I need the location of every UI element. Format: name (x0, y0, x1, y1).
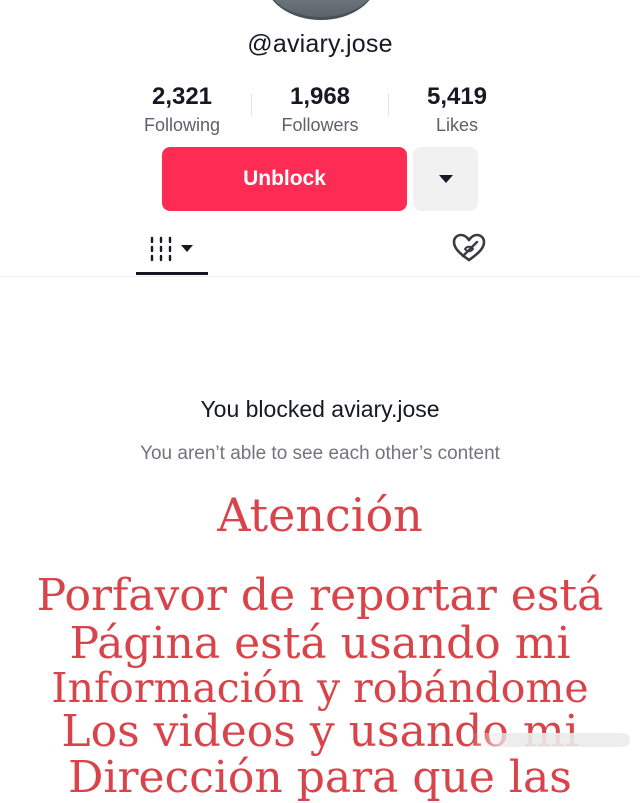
watermark (470, 733, 630, 747)
stat-following-value: 2,321 (151, 83, 213, 110)
overlay-line: Información y robándome (51, 664, 589, 712)
profile-stats: 2,321 Following 1,968 Followers 5,419 Li… (0, 82, 640, 142)
tab-liked[interactable] (447, 230, 491, 266)
stat-following[interactable]: 2,321 Following (102, 82, 262, 138)
avatar[interactable] (265, 0, 377, 20)
stat-likes-label: Likes (435, 115, 479, 135)
hidden-heart-icon (452, 233, 486, 262)
active-tab-indicator (136, 272, 208, 275)
tab-videos[interactable] (136, 228, 208, 276)
stats-divider (388, 94, 389, 116)
stat-likes-value: 5,419 (426, 83, 488, 110)
overlay-heading: Atención (217, 488, 423, 542)
overlay-line: Dirección para que las (68, 752, 572, 803)
blocked-subtitle: You aren’t able to see each other’s cont… (140, 443, 500, 464)
stat-followers[interactable]: 1,968 Followers (240, 82, 400, 138)
blocked-title: You blocked aviary.jose (200, 396, 440, 422)
unblock-button[interactable]: Unblock (162, 147, 407, 211)
stat-following-label: Following (143, 115, 221, 135)
more-options-button[interactable] (413, 147, 478, 211)
grid-dropdown-icon (150, 236, 193, 262)
stat-followers-label: Followers (281, 115, 359, 135)
profile-username: @aviary.jose (247, 30, 393, 58)
overlay-line: Página está usando mi (69, 618, 571, 669)
stats-divider (251, 94, 252, 116)
stat-likes[interactable]: 5,419 Likes (377, 82, 537, 138)
tab-divider (0, 276, 640, 277)
overlay-line: Porfavor de reportar está (36, 570, 604, 621)
overlay-line: Los videos y usando mi (61, 706, 579, 757)
stat-followers-value: 1,968 (289, 83, 351, 110)
caret-down-icon (438, 175, 453, 183)
